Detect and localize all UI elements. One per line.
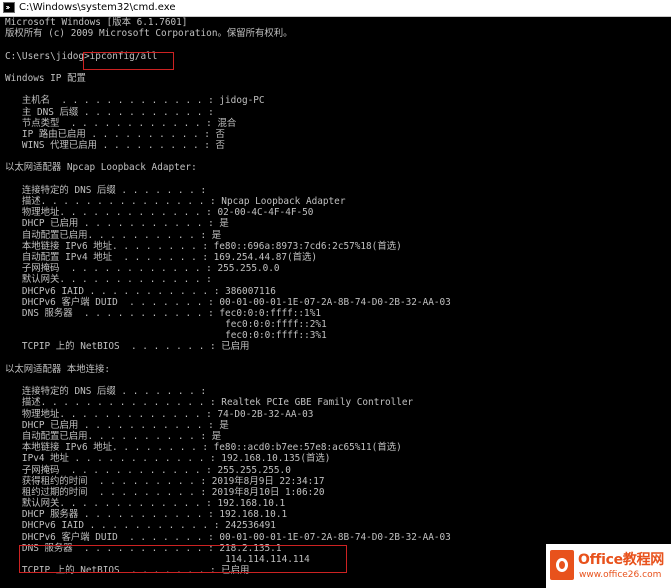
- title-bar[interactable]: C:\Windows\system32\cmd.exe: [0, 0, 671, 17]
- console-line: 本地链接 IPv6 地址. . . . . . . . : fe80::acd0…: [5, 442, 402, 454]
- cmd-icon: [3, 2, 15, 13]
- console-line: DNS 服务器 . . . . . . . . . . . : fec0:0:0…: [5, 307, 321, 319]
- console-line: 以太网适配器 本地连接:: [5, 363, 111, 375]
- console-line: 本地链接 IPv6 地址. . . . . . . . : fe80::696a…: [5, 240, 402, 252]
- console-line: 默认网关. . . . . . . . . . . . . :: [5, 274, 212, 286]
- console-line: DHCPv6 客户端 DUID . . . . . . . : 00-01-00…: [5, 531, 451, 543]
- console-line: 描述. . . . . . . . . . . . . . . : Realte…: [5, 397, 414, 409]
- console-line: DHCPv6 客户端 DUID . . . . . . . : 00-01-00…: [5, 296, 451, 308]
- console-line: DHCP 服务器 . . . . . . . . . . . : 192.168…: [5, 509, 288, 521]
- console-line: 连接特定的 DNS 后缀 . . . . . . . :: [5, 386, 207, 398]
- console-line: DHCP 已启用 . . . . . . . . . . . : 是: [5, 419, 229, 431]
- console-line: Windows IP 配置: [5, 72, 86, 84]
- console-line: 默认网关. . . . . . . . . . . . . : 192.168.…: [5, 498, 286, 510]
- console-line: DHCPv6 IAID . . . . . . . . . . . : 3860…: [5, 285, 276, 297]
- console-line: 自动配置已启用. . . . . . . . . . : 是: [5, 430, 222, 442]
- console-line: DHCP 已启用 . . . . . . . . . . . : 是: [5, 218, 229, 230]
- dns-server-highlight: [19, 545, 347, 573]
- console-line: IPv4 地址 . . . . . . . . . . . . : 192.16…: [5, 453, 331, 465]
- console-output[interactable]: Microsoft Windows [版本 6.1.7601] 版权所有 (c) …: [5, 17, 671, 576]
- console-line: fec0:0:0:ffff::3%1: [5, 330, 327, 342]
- console-line: 主机名 . . . . . . . . . . . . . : jidog-PC: [5, 95, 265, 107]
- console-line: Microsoft Windows [版本 6.1.7601]: [5, 17, 188, 28]
- console-line: 自动配置已启用. . . . . . . . . . : 是: [5, 229, 222, 241]
- console-line: 获得租约的时间 . . . . . . . . . : 2019年8月9日 22…: [5, 475, 325, 487]
- console-line: 子网掩码 . . . . . . . . . . . . : 255.255.2…: [5, 464, 291, 476]
- console-line: 描述. . . . . . . . . . . . . . . : Npcap …: [5, 196, 346, 207]
- console-line: 主 DNS 后缀 . . . . . . . . . . . :: [5, 106, 214, 118]
- console-line: 子网掩码 . . . . . . . . . . . . : 255.255.0…: [5, 263, 280, 275]
- console-line: DHCPv6 IAID . . . . . . . . . . . : 2425…: [5, 520, 276, 532]
- console-line: 连接特定的 DNS 后缀 . . . . . . . :: [5, 184, 207, 196]
- console-line: TCPIP 上的 NetBIOS . . . . . . . : 已启用: [5, 341, 250, 353]
- ipconfig-command-highlight: [83, 52, 174, 70]
- office-logo-icon: [550, 550, 574, 580]
- cmd-window[interactable]: C:\Windows\system32\cmd.exe Microsoft Wi…: [0, 0, 671, 588]
- watermark-url: www.office26.com: [579, 570, 662, 580]
- console-line: 节点类型 . . . . . . . . . . . . : 混合: [5, 117, 237, 129]
- console-line: 自动配置 IPv4 地址 . . . . . . . : 169.254.44.…: [5, 251, 318, 263]
- console-line: 物理地址. . . . . . . . . . . . . : 02-00-4C…: [5, 207, 314, 219]
- console-line: WINS 代理已启用 . . . . . . . . . : 否: [5, 140, 225, 152]
- window-title: C:\Windows\system32\cmd.exe: [19, 2, 176, 13]
- watermark-logo: Office教程网 www.office26.com: [546, 544, 671, 588]
- console-line: fec0:0:0:ffff::2%1: [5, 319, 327, 331]
- console-line: 物理地址. . . . . . . . . . . . . : 74-D0-2B…: [5, 408, 314, 420]
- console-line: 租约过期的时间 . . . . . . . . . : 2019年8月10日 1…: [5, 486, 325, 498]
- console-line: IP 路由已启用 . . . . . . . . . . : 否: [5, 128, 225, 140]
- console-line: 以太网适配器 Npcap Loopback Adapter:: [5, 162, 197, 174]
- console-line: 版权所有 (c) 2009 Microsoft Corporation。保留所有…: [5, 28, 293, 40]
- watermark-name: Office教程网: [578, 552, 664, 568]
